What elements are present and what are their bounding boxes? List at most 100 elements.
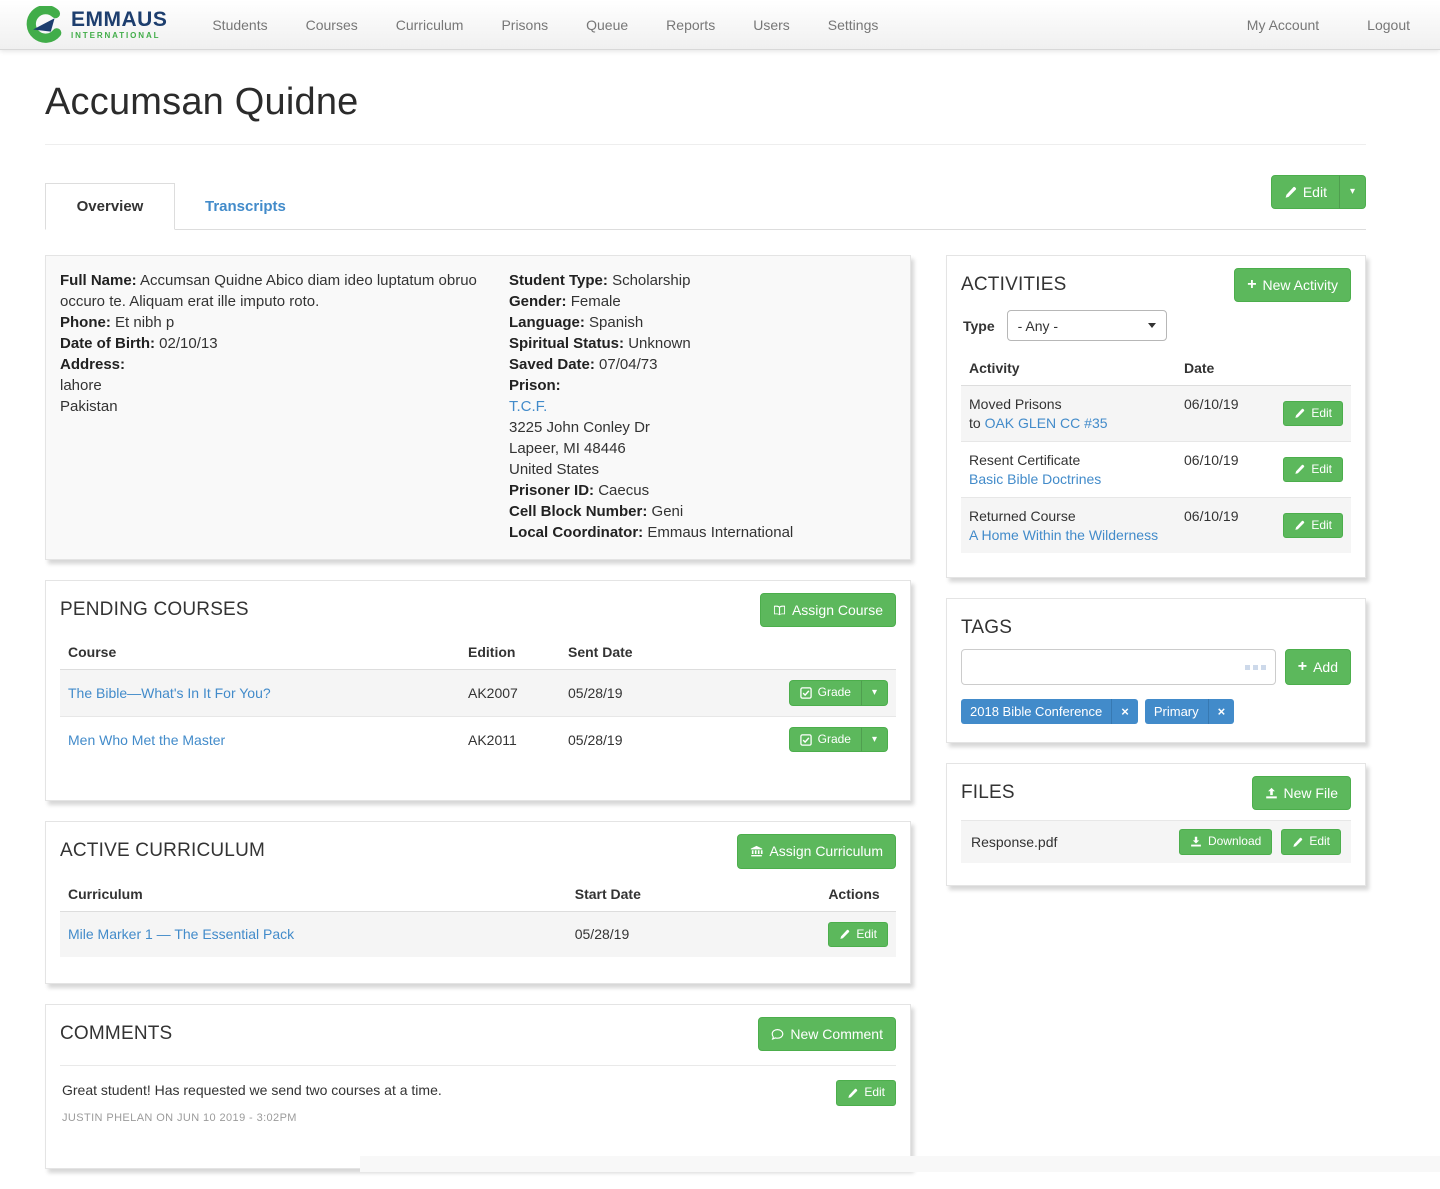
- activity-type-select[interactable]: - Any -: [1007, 310, 1167, 341]
- activity-row: Moved Prisons to OAK GLEN CC #35 06/10/1…: [961, 386, 1351, 442]
- course-edition: AK2011: [460, 716, 560, 762]
- nav-item-queue[interactable]: Queue: [567, 17, 647, 33]
- comment-edit-button[interactable]: Edit: [836, 1080, 896, 1106]
- activity-date: 06/10/19: [1176, 498, 1271, 554]
- grade-dropdown-toggle[interactable]: ▾: [861, 680, 888, 706]
- field-value-dob: 02/10/13: [159, 335, 217, 352]
- activity-detail-prefix: to: [969, 415, 985, 431]
- nav-item-curriculum[interactable]: Curriculum: [377, 17, 483, 33]
- pencil-icon: [1294, 520, 1305, 531]
- activity-row: Resent Certificate Basic Bible Doctrines…: [961, 442, 1351, 498]
- tab-overview[interactable]: Overview: [45, 183, 175, 230]
- curriculum-edit-label: Edit: [856, 927, 877, 943]
- student-details-panel: Full Name: Accumsan Quidne Abico diam id…: [45, 255, 911, 560]
- nav-item-students[interactable]: Students: [193, 17, 286, 33]
- nav-item-reports[interactable]: Reports: [647, 17, 734, 33]
- field-label-prisoner-id: Prisoner ID:: [509, 482, 594, 499]
- comment-byline: JUSTIN PHELAN ON JUN 10 2019 - 3:02PM: [62, 1112, 894, 1124]
- pencil-icon: [1294, 408, 1305, 419]
- tag-input[interactable]: [961, 649, 1276, 685]
- nav-item-users[interactable]: Users: [734, 17, 809, 33]
- add-tag-button[interactable]: + Add: [1285, 649, 1351, 685]
- comment-item: Great student! Has requested we send two…: [60, 1066, 896, 1156]
- file-edit-button[interactable]: Edit: [1281, 829, 1341, 855]
- tag-input-wrap: [961, 649, 1276, 685]
- new-activity-button[interactable]: + New Activity: [1234, 268, 1351, 302]
- col-header-actions: Actions: [820, 877, 896, 912]
- field-value-spiritual-status: Unknown: [628, 335, 691, 352]
- grade-dropdown-toggle[interactable]: ▾: [861, 727, 888, 753]
- check-square-icon: [800, 687, 812, 699]
- student-edit-label: Edit: [1303, 183, 1327, 201]
- tag-remove-icon[interactable]: ×: [1111, 699, 1138, 724]
- grade-button[interactable]: Grade: [789, 680, 862, 706]
- student-edit-dropdown-toggle[interactable]: ▾: [1339, 175, 1366, 209]
- curriculum-edit-button[interactable]: Edit: [828, 922, 888, 948]
- nav-item-logout[interactable]: Logout: [1343, 17, 1414, 33]
- pending-courses-table: Course Edition Sent Date The Bible—What'…: [60, 635, 896, 762]
- file-download-button[interactable]: Download: [1179, 829, 1272, 855]
- file-name: Response.pdf: [971, 834, 1057, 850]
- account-nav: My Account Logout: [1223, 17, 1414, 33]
- assign-curriculum-button[interactable]: Assign Curriculum: [737, 834, 896, 868]
- nav-item-settings[interactable]: Settings: [809, 17, 898, 33]
- activity-detail-link[interactable]: A Home Within the Wilderness: [969, 527, 1158, 543]
- assign-course-label: Assign Course: [792, 601, 883, 619]
- activity-edit-button[interactable]: Edit: [1283, 457, 1343, 483]
- activity-edit-button[interactable]: Edit: [1283, 401, 1343, 427]
- prison-address-country: United States: [509, 461, 599, 478]
- grade-button[interactable]: Grade: [789, 727, 862, 753]
- tag-pill: Primary ×: [1145, 699, 1234, 724]
- comment-bubble-icon: [771, 1028, 784, 1041]
- chevron-down-icon: ▾: [872, 688, 877, 698]
- new-comment-button[interactable]: New Comment: [758, 1017, 896, 1051]
- grade-label: Grade: [818, 732, 851, 748]
- tag-label: 2018 Bible Conference: [961, 699, 1111, 724]
- tag-label: Primary: [1145, 699, 1208, 724]
- field-label-cell-block: Cell Block Number:: [509, 503, 647, 520]
- chevron-down-icon: ▾: [872, 735, 877, 745]
- activity-edit-label: Edit: [1311, 406, 1332, 422]
- address-line-country: Pakistan: [60, 398, 118, 415]
- nav-item-my-account[interactable]: My Account: [1223, 17, 1343, 33]
- activity-edit-button[interactable]: Edit: [1283, 513, 1343, 539]
- col-header-curriculum: Curriculum: [60, 877, 567, 912]
- tag-pill: 2018 Bible Conference ×: [961, 699, 1138, 724]
- field-label-language: Language:: [509, 314, 585, 331]
- course-sent-date: 05/28/19: [560, 670, 775, 717]
- chevron-down-icon: ▾: [1350, 187, 1355, 197]
- brand-link[interactable]: EMMAUS INTERNATIONAL: [26, 6, 167, 43]
- assign-course-button[interactable]: Assign Course: [760, 593, 896, 627]
- new-file-button[interactable]: New File: [1252, 776, 1351, 810]
- field-label-spiritual-status: Spiritual Status:: [509, 335, 624, 352]
- pending-courses-title: PENDING COURSES: [60, 599, 249, 621]
- details-column-right: Student Type: Scholarship Gender: Female…: [509, 270, 896, 543]
- title-divider: [45, 144, 1366, 145]
- activity-detail-link[interactable]: OAK GLEN CC #35: [985, 415, 1108, 431]
- field-label-saved-date: Saved Date:: [509, 356, 595, 373]
- col-header-start-date: Start Date: [567, 877, 821, 912]
- nav-item-prisons[interactable]: Prisons: [482, 17, 567, 33]
- pencil-icon: [1284, 186, 1297, 199]
- tab-bar: Overview Transcripts Edit ▾: [45, 181, 1366, 230]
- nav-item-courses[interactable]: Courses: [287, 17, 377, 33]
- pending-course-row: The Bible—What's In It For You? AK2007 0…: [60, 670, 896, 717]
- activity-detail-link[interactable]: Basic Bible Doctrines: [969, 471, 1101, 487]
- curriculum-link[interactable]: Mile Marker 1 — The Essential Pack: [68, 926, 294, 942]
- col-header-activity: Activity: [961, 351, 1176, 386]
- activity-title: Resent Certificate: [969, 452, 1168, 468]
- tab-transcripts[interactable]: Transcripts: [175, 184, 316, 229]
- input-loading-dots-icon: [1245, 665, 1266, 670]
- student-edit-button[interactable]: Edit: [1271, 175, 1340, 209]
- tag-remove-icon[interactable]: ×: [1208, 699, 1235, 724]
- activity-type-selected-value: - Any -: [1018, 318, 1058, 334]
- address-line-city: lahore: [60, 377, 102, 394]
- student-edit-split-button: Edit ▾: [1271, 175, 1366, 209]
- check-square-icon: [800, 734, 812, 746]
- course-link[interactable]: The Bible—What's In It For You?: [68, 685, 271, 701]
- course-link[interactable]: Men Who Met the Master: [68, 732, 225, 748]
- field-label-full-name: Full Name:: [60, 272, 137, 289]
- pending-courses-panel: PENDING COURSES Assign Course Course Edi…: [45, 580, 911, 801]
- prison-link[interactable]: T.C.F.: [509, 398, 547, 415]
- plus-icon: +: [1298, 661, 1307, 674]
